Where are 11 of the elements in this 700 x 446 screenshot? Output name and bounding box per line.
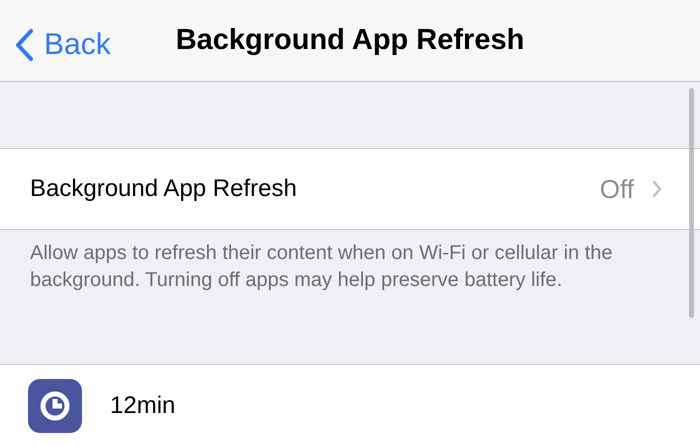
app-icon bbox=[28, 378, 82, 432]
setting-value: Off bbox=[600, 172, 634, 206]
back-button[interactable]: Back bbox=[14, 22, 111, 67]
setting-label: Background App Refresh bbox=[30, 174, 297, 204]
app-name: 12min bbox=[110, 390, 176, 420]
app-row[interactable]: 12min bbox=[0, 364, 700, 446]
setting-row[interactable]: Background App Refresh Off bbox=[0, 148, 700, 230]
chevron-right-icon bbox=[652, 180, 662, 198]
chevron-left-icon bbox=[14, 28, 34, 62]
footer-text: Allow apps to refresh their content when on Wi-Fi or cellular in the background. Turning off apps may help preserve battery life. bbox=[29, 241, 614, 293]
window-title: Background App Refresh bbox=[176, 22, 524, 58]
